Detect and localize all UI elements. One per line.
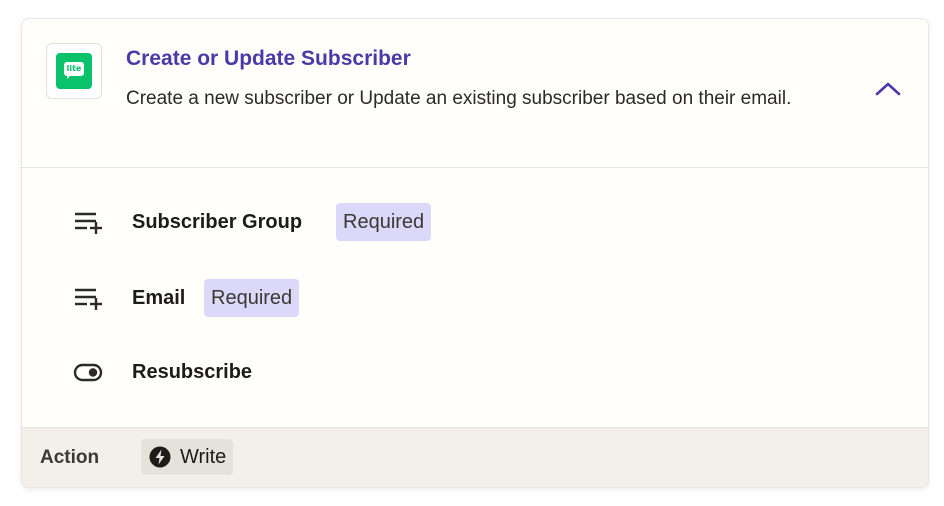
field-label: Resubscribe xyxy=(132,361,253,383)
field-label: Subscriber Group xyxy=(132,211,303,233)
action-step-card: lite Create or Update Subscriber Create … xyxy=(21,18,929,488)
step-header[interactable]: lite Create or Update Subscriber Create … xyxy=(22,19,928,168)
field-label: Email xyxy=(132,287,186,309)
action-type-label: Write xyxy=(180,445,227,468)
step-footer: Action Write xyxy=(22,427,928,487)
field-row-email[interactable]: Email Required xyxy=(22,279,928,319)
bolt-icon xyxy=(149,446,171,468)
step-title: Create or Update Subscriber xyxy=(126,47,411,70)
action-type-pill: Write xyxy=(141,439,234,475)
playlist-add-icon xyxy=(75,212,102,234)
playlist-add-icon xyxy=(75,288,102,310)
required-badge: Required xyxy=(336,203,432,241)
toggle-icon xyxy=(73,363,103,382)
required-badge: Required xyxy=(204,279,300,317)
field-row-subscriber-group[interactable]: Subscriber Group Required xyxy=(22,203,928,243)
field-row-resubscribe[interactable]: Resubscribe xyxy=(22,353,928,393)
footer-label: Action xyxy=(40,447,100,468)
chevron-up-icon xyxy=(875,82,901,96)
logo-text: lite xyxy=(64,62,84,76)
collapse-button[interactable] xyxy=(870,73,906,103)
step-description: Create a new subscriber or Update an exi… xyxy=(126,88,792,109)
mailerlite-logo: lite xyxy=(46,43,102,99)
